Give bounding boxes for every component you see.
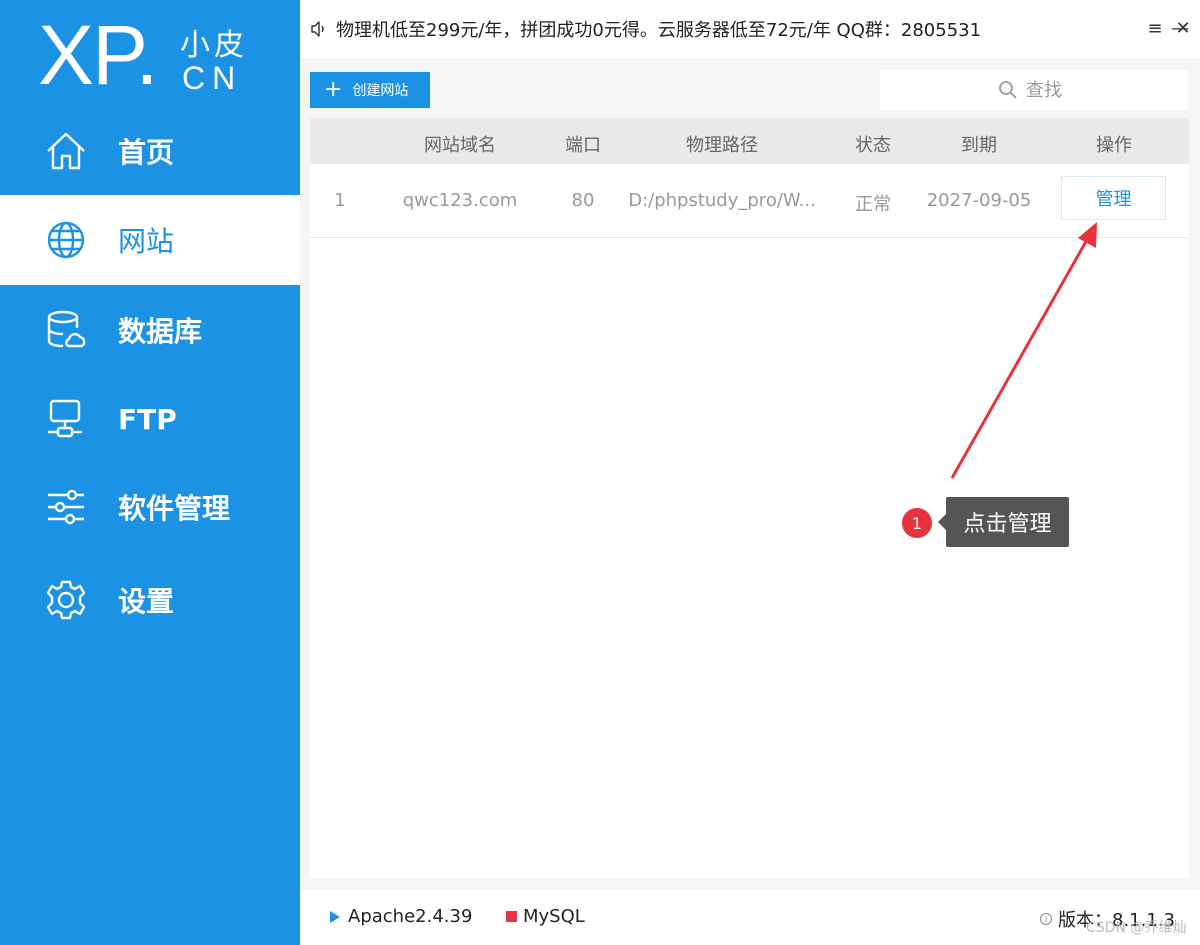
play-icon bbox=[330, 910, 340, 923]
database-icon bbox=[44, 308, 88, 352]
info-icon: i bbox=[1040, 913, 1052, 925]
apache-label: Apache2.4.39 bbox=[348, 906, 473, 927]
table-header: 网站域名 端口 物理路径 状态 到期 操作 bbox=[310, 118, 1189, 164]
sidebar-item-label: 设置 bbox=[118, 585, 175, 618]
sidebar-item-home[interactable]: 首页 bbox=[0, 106, 300, 196]
column-header: 物理路径 bbox=[686, 135, 758, 156]
sidebar-item-label: 首页 bbox=[118, 136, 175, 169]
logo: XP. 小皮 CN bbox=[38, 8, 268, 103]
column-header: 操作 bbox=[1096, 135, 1132, 156]
column-header: 网站域名 bbox=[424, 135, 496, 156]
apache-status[interactable]: Apache2.4.39 bbox=[330, 906, 472, 927]
row-expiry: 2027-09-05 bbox=[926, 190, 1032, 211]
mysql-label: MySQL bbox=[523, 906, 585, 927]
annotation-tooltip: 点击管理 bbox=[946, 497, 1069, 547]
sidebar-item-label: 网站 bbox=[118, 225, 175, 258]
close-icon[interactable]: ✕ bbox=[1173, 18, 1193, 39]
row-index: 1 bbox=[334, 190, 346, 211]
create-website-label: 创建网站 bbox=[352, 83, 409, 99]
sidebar-item-settings[interactable]: 设置 bbox=[0, 555, 300, 645]
search-input[interactable] bbox=[1026, 79, 1070, 101]
manage-button[interactable]: 管理 bbox=[1061, 176, 1166, 220]
sidebar-item-label: FTP bbox=[118, 402, 177, 436]
mysql-status[interactable]: MySQL bbox=[506, 906, 585, 927]
column-header: 到期 bbox=[961, 135, 997, 156]
sidebar: XP. 小皮 CN 首页 网站 数据库 FTP 软件管理 设置 bbox=[0, 0, 300, 945]
sidebar-item-label: 软件管理 bbox=[118, 492, 231, 525]
notice-text[interactable]: 物理机低至299元/年，拼团成功0元得。云服务器低至72元/年 QQ群：2805… bbox=[336, 16, 981, 42]
plus-icon: + bbox=[324, 77, 343, 102]
search-icon bbox=[999, 81, 1017, 99]
sidebar-item-label: 数据库 bbox=[118, 315, 203, 348]
logo-cn-top: 小皮 bbox=[180, 28, 248, 63]
globe-icon bbox=[44, 218, 88, 262]
speaker-icon bbox=[311, 21, 324, 37]
row-port: 80 bbox=[571, 190, 595, 211]
home-icon bbox=[44, 129, 88, 173]
top-bar: 物理机低至299元/年，拼团成功0元得。云服务器低至72元/年 QQ群：2805… bbox=[300, 0, 1200, 58]
sidebar-item-ftp[interactable]: FTP bbox=[0, 374, 300, 464]
menu-icon[interactable]: ≡ bbox=[1145, 18, 1165, 39]
sidebar-item-website[interactable]: 网站 bbox=[0, 195, 300, 285]
step-badge: 1 bbox=[902, 508, 932, 538]
column-header: 状态 bbox=[855, 135, 891, 156]
logo-xp: XP. bbox=[38, 8, 159, 102]
gear-icon bbox=[44, 578, 88, 622]
sidebar-item-software[interactable]: 软件管理 bbox=[0, 462, 300, 552]
status-bar: Apache2.4.39 MySQL i 版本：8.1.1.3 bbox=[300, 890, 1200, 945]
stop-icon bbox=[506, 911, 517, 922]
row-status: 正常 bbox=[855, 194, 891, 215]
sidebar-item-database[interactable]: 数据库 bbox=[0, 285, 300, 375]
row-domain: qwc123.com bbox=[402, 190, 518, 211]
logo-cn-bottom: CN bbox=[182, 60, 243, 96]
table-row[interactable]: 1 qwc123.com 80 D:/phpstudy_pro/W... 正常 … bbox=[310, 164, 1189, 238]
create-website-button[interactable]: + 创建网站 bbox=[310, 72, 430, 108]
ftp-icon bbox=[44, 397, 88, 441]
watermark: CSDN @乔维灿 bbox=[1086, 920, 1187, 936]
sliders-icon bbox=[44, 485, 88, 529]
search-box[interactable] bbox=[880, 70, 1188, 110]
row-path: D:/phpstudy_pro/W... bbox=[628, 190, 816, 211]
column-header: 端口 bbox=[565, 135, 601, 156]
